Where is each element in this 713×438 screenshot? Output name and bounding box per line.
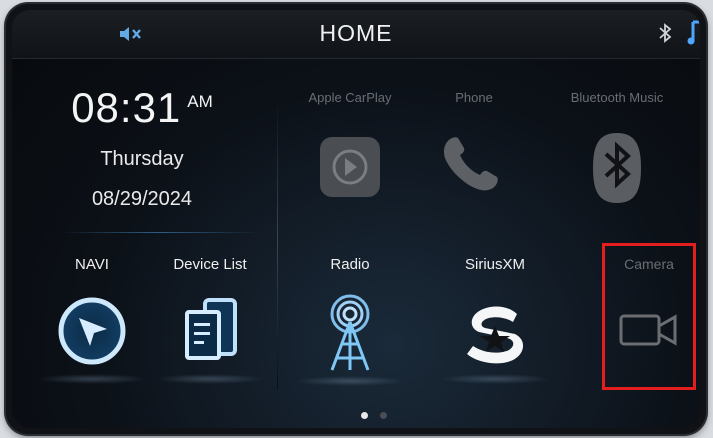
tile-label: Bluetooth Music bbox=[570, 90, 664, 105]
tile-label: NAVI bbox=[75, 256, 109, 273]
divider bbox=[60, 232, 260, 233]
phone-button[interactable]: Phone bbox=[414, 90, 534, 210]
home-screen: HOME 08:31 AM Thursday 08/29/2024 NAVI De… bbox=[12, 10, 700, 428]
status-bar: HOME bbox=[12, 10, 700, 59]
clock-widget[interactable]: 08:31 AM bbox=[12, 84, 272, 132]
camera-highlight-box bbox=[602, 243, 696, 390]
tile-label: Device List bbox=[173, 256, 247, 273]
tile-reflection bbox=[295, 376, 405, 386]
clock-ampm: AM bbox=[187, 92, 213, 111]
bluetooth-music-button[interactable]: Bluetooth Music bbox=[557, 90, 677, 210]
radio-button[interactable]: Radio bbox=[290, 256, 410, 396]
tile-reflection bbox=[155, 374, 265, 384]
tile-label: SiriusXM bbox=[464, 256, 525, 273]
clock-time: 08:31 bbox=[71, 84, 182, 131]
navigation-arrow-icon bbox=[57, 296, 127, 371]
music-note-icon bbox=[687, 18, 700, 53]
siriusxm-button[interactable]: SiriusXM bbox=[435, 256, 555, 396]
clock-day: Thursday bbox=[100, 148, 184, 170]
apple-carplay-button[interactable]: Apple CarPlay bbox=[290, 90, 410, 210]
device-list-icon bbox=[175, 296, 245, 371]
device-list-button[interactable]: Device List bbox=[150, 256, 270, 396]
page-dot-active[interactable] bbox=[361, 412, 368, 419]
page-dot[interactable] bbox=[380, 412, 388, 419]
divider bbox=[277, 90, 278, 390]
radio-antenna-icon bbox=[320, 292, 380, 379]
tile-label: Apple CarPlay bbox=[308, 90, 392, 105]
tile-reflection bbox=[37, 374, 147, 384]
page-title: HOME bbox=[319, 20, 393, 46]
bluetooth-icon bbox=[587, 130, 647, 211]
siriusxm-logo-icon bbox=[459, 296, 531, 373]
clock-date: 08/29/2024 bbox=[91, 188, 193, 210]
navi-button[interactable]: NAVI bbox=[32, 256, 152, 396]
phone-handset-icon bbox=[437, 130, 511, 209]
bluetooth-status-icon bbox=[658, 22, 672, 49]
page-indicator bbox=[357, 406, 391, 424]
carplay-icon bbox=[315, 132, 385, 207]
tile-label: Phone bbox=[455, 90, 493, 105]
tile-label: Radio bbox=[330, 256, 370, 273]
tile-reflection bbox=[440, 374, 550, 384]
